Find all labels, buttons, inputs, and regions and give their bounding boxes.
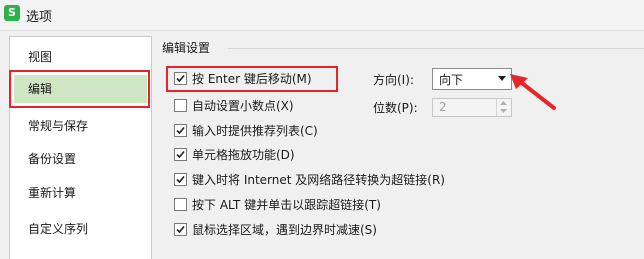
nav-item-general-save[interactable]: 常规与保存: [14, 112, 147, 140]
checkbox-drag-drop[interactable]: [174, 148, 187, 161]
nav-item-recalculate[interactable]: 重新计算: [14, 179, 147, 207]
option-annotation-box: [166, 66, 338, 92]
direction-select[interactable]: 向下: [432, 68, 512, 90]
nav-item-view[interactable]: 视图: [14, 43, 147, 71]
option-label: 输入时提供推荐列表(C): [192, 124, 318, 138]
option-label: 键入时将 Internet 及网络路径转换为超链接(R): [192, 173, 445, 187]
decimal-places-value: 2: [439, 100, 447, 114]
checkbox-auto-decimal[interactable]: [174, 99, 187, 112]
checkbox-alt-click[interactable]: [174, 198, 187, 211]
decimal-places-spinner[interactable]: 2: [432, 98, 512, 117]
checkbox-slow-selection[interactable]: [174, 223, 187, 236]
option-label: 单元格拖放功能(D): [192, 148, 295, 162]
checkbox-autocomplete[interactable]: [174, 124, 187, 137]
direction-value: 向下: [439, 73, 464, 87]
nav-annotation-box: [9, 70, 150, 108]
group-title: 编辑设置: [162, 41, 211, 55]
spin-down-icon: [500, 109, 507, 113]
group-divider: [228, 48, 644, 49]
nav-item-backup[interactable]: 备份设置: [14, 145, 147, 173]
checkbox-hyperlink-convert[interactable]: [174, 173, 187, 186]
app-icon: S: [4, 5, 20, 21]
spin-up-icon: [500, 101, 507, 105]
title-bar: S 选项: [0, 0, 644, 31]
nav-item-custom-lists[interactable]: 自定义序列: [14, 215, 147, 243]
option-label: 按下 ALT 键并单击以跟踪超链接(T): [192, 198, 381, 212]
window-title: 选项: [26, 10, 53, 25]
decimal-places-label: 位数(P):: [373, 101, 418, 115]
direction-label: 方向(I):: [373, 73, 414, 87]
option-label: 自动设置小数点(X): [192, 99, 294, 113]
annotation-arrow-icon: [510, 74, 556, 110]
option-label: 鼠标选择区域，遇到边界时减速(S): [192, 223, 377, 237]
